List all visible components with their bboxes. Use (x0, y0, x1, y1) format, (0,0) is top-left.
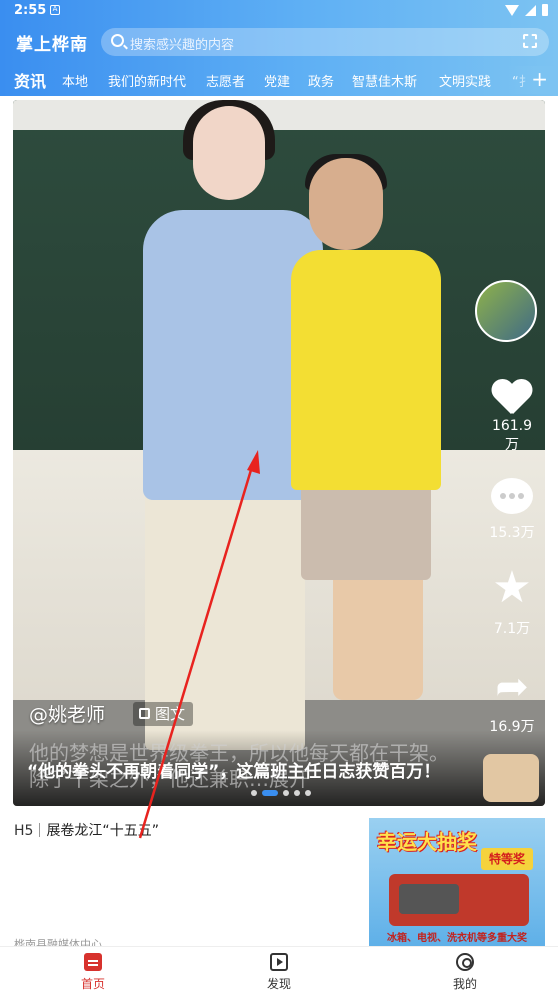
annotation-arrow (138, 450, 260, 839)
